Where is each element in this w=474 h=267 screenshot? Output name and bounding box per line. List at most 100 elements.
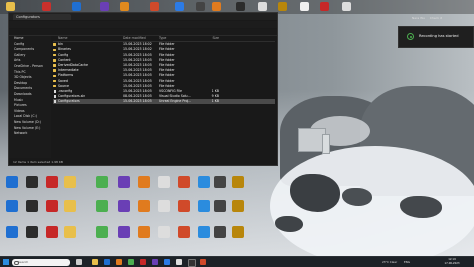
start-button[interactable] xyxy=(3,259,9,265)
desktop-shortcut-icon[interactable] xyxy=(46,200,58,212)
status-bar: 12 items 1 item selected 1.98 KB xyxy=(9,159,277,165)
app-icon[interactable] xyxy=(150,2,159,11)
app-icon[interactable] xyxy=(140,259,146,265)
folder-icon xyxy=(53,64,56,67)
desktop-shortcut-icon[interactable] xyxy=(6,176,18,188)
desktop-shortcut-icon[interactable] xyxy=(178,200,190,212)
file-explorer-window[interactable]: Configurators This PC > New Volume (E:) … xyxy=(8,12,278,166)
desktop-shortcut-icon[interactable] xyxy=(214,176,226,188)
app-icon[interactable] xyxy=(104,259,110,265)
app-icon[interactable] xyxy=(258,2,267,11)
profile-chip[interactable]: Nara Wu Check it xyxy=(412,15,452,22)
app-icon[interactable] xyxy=(120,2,129,11)
app-icon[interactable] xyxy=(300,2,309,11)
taskbar-search[interactable]: Search xyxy=(12,258,70,266)
desktop-shortcut-icon[interactable] xyxy=(46,226,58,238)
recording-notification[interactable]: Recording has started xyxy=(398,26,474,48)
desktop-shortcut-icon[interactable] xyxy=(96,226,108,238)
app-icon[interactable] xyxy=(200,259,206,265)
column-name[interactable]: Name xyxy=(58,36,120,41)
app-icon[interactable] xyxy=(196,2,205,11)
desktop-shortcut-icon[interactable] xyxy=(46,176,58,188)
desktop-shortcut-icon[interactable] xyxy=(138,200,150,212)
desktop-shortcut-icon[interactable] xyxy=(96,176,108,188)
system-tray[interactable]: 23°C Clear ENG xyxy=(382,258,410,266)
desktop-shortcut-icon[interactable] xyxy=(26,226,38,238)
notification-text: Recording has started xyxy=(419,34,459,38)
desktop-shortcut-icon[interactable] xyxy=(158,176,170,188)
explorer-tab[interactable]: Configurators xyxy=(13,14,71,20)
folder-icon xyxy=(53,48,56,52)
explorer-title-bar[interactable]: Configurators xyxy=(9,13,277,20)
app-icon[interactable] xyxy=(100,2,109,11)
column-size[interactable]: Size xyxy=(199,36,219,41)
wallpaper-mountain xyxy=(270,76,474,256)
folder-icon xyxy=(53,69,56,72)
app-icon[interactable] xyxy=(342,2,351,11)
clock[interactable]: 12:19 17-06-2023 xyxy=(440,258,464,266)
app-icon[interactable] xyxy=(6,2,15,11)
folder-icon xyxy=(53,79,56,83)
taskbar: Search 23°C Clear ENG 12:19 17-06-2023 xyxy=(0,256,474,267)
desktop-shortcut-icon[interactable] xyxy=(158,226,170,238)
desktop-shortcut-icon[interactable] xyxy=(64,176,76,188)
app-icon[interactable] xyxy=(278,2,287,11)
app-icon[interactable] xyxy=(320,2,329,11)
desktop-shortcut-icon[interactable] xyxy=(214,200,226,212)
file-list: Name Date modified Type Size bin 15-06-20… xyxy=(53,36,275,158)
column-date[interactable]: Date modified xyxy=(123,36,157,41)
app-icon[interactable] xyxy=(92,259,98,265)
desktop-shortcut-icon[interactable] xyxy=(64,200,76,212)
taskbar-search-placeholder: Search xyxy=(18,259,29,264)
app-icon[interactable] xyxy=(116,259,122,265)
weather-text[interactable]: 23°C Clear xyxy=(382,260,397,264)
nav-item[interactable]: Network xyxy=(9,131,51,137)
app-icon[interactable] xyxy=(128,259,134,265)
file-date: 15-06-2023 18:05 xyxy=(123,99,152,104)
desktop-shortcut-icon[interactable] xyxy=(198,200,210,212)
desktop-shortcut-icon[interactable] xyxy=(158,200,170,212)
desktop-shortcut-icon[interactable] xyxy=(138,226,150,238)
app-icon[interactable] xyxy=(175,2,184,11)
desktop-shortcut-icon[interactable] xyxy=(118,176,130,188)
desktop-shortcut-icon[interactable] xyxy=(198,226,210,238)
search-icon xyxy=(14,260,19,265)
app-icon[interactable] xyxy=(72,2,81,11)
desktop-shortcut-icon[interactable] xyxy=(26,176,38,188)
app-icon[interactable] xyxy=(164,259,170,265)
desktop-shortcut-icon[interactable] xyxy=(232,200,244,212)
column-type[interactable]: Type xyxy=(159,36,197,41)
desktop-shortcut-icon[interactable] xyxy=(6,200,18,212)
desktop-shortcut-icon[interactable] xyxy=(232,226,244,238)
desktop-shortcut-icon[interactable] xyxy=(118,226,130,238)
desktop-shortcut-icon[interactable] xyxy=(96,200,108,212)
folder-icon xyxy=(53,53,56,57)
desktop-shortcut-icon[interactable] xyxy=(214,226,226,238)
navigation-pane: Home Config Components Gallery Arts OneDrive … xyxy=(9,36,51,158)
desktop-shortcut-icon[interactable] xyxy=(178,176,190,188)
file-row[interactable]: Configurators 15-06-2023 18:05 Unreal Engi… xyxy=(53,99,275,105)
task-view-icon[interactable] xyxy=(76,259,82,265)
profile-name: Nara Wu xyxy=(412,16,425,20)
desktop-shortcut-icon[interactable] xyxy=(118,200,130,212)
desktop-shortcut-icon[interactable] xyxy=(198,176,210,188)
file-type: Unreal Engine Proj... xyxy=(159,99,192,104)
app-icon[interactable] xyxy=(212,2,221,11)
app-icon[interactable] xyxy=(42,2,51,11)
desktop-shortcut-icon[interactable] xyxy=(232,176,244,188)
desktop-shortcut-icon[interactable] xyxy=(26,200,38,212)
desktop-shortcut-icon[interactable] xyxy=(178,226,190,238)
folder-icon xyxy=(53,84,56,88)
language-indicator[interactable]: ENG xyxy=(404,260,410,264)
app-icon[interactable] xyxy=(236,2,245,11)
app-icon[interactable] xyxy=(152,259,158,265)
profile-action[interactable]: Check it xyxy=(430,16,442,20)
explorer-toolbar: This PC > New Volume (E:) > MyGames > Co… xyxy=(9,21,277,35)
folder-icon xyxy=(53,74,56,78)
desktop-shortcut-icon[interactable] xyxy=(138,176,150,188)
app-icon[interactable] xyxy=(176,259,182,265)
desktop-shortcut-icon[interactable] xyxy=(6,226,18,238)
desktop-shortcut-icon[interactable] xyxy=(64,226,76,238)
folder-icon xyxy=(53,58,56,62)
recording-icon xyxy=(407,33,414,40)
